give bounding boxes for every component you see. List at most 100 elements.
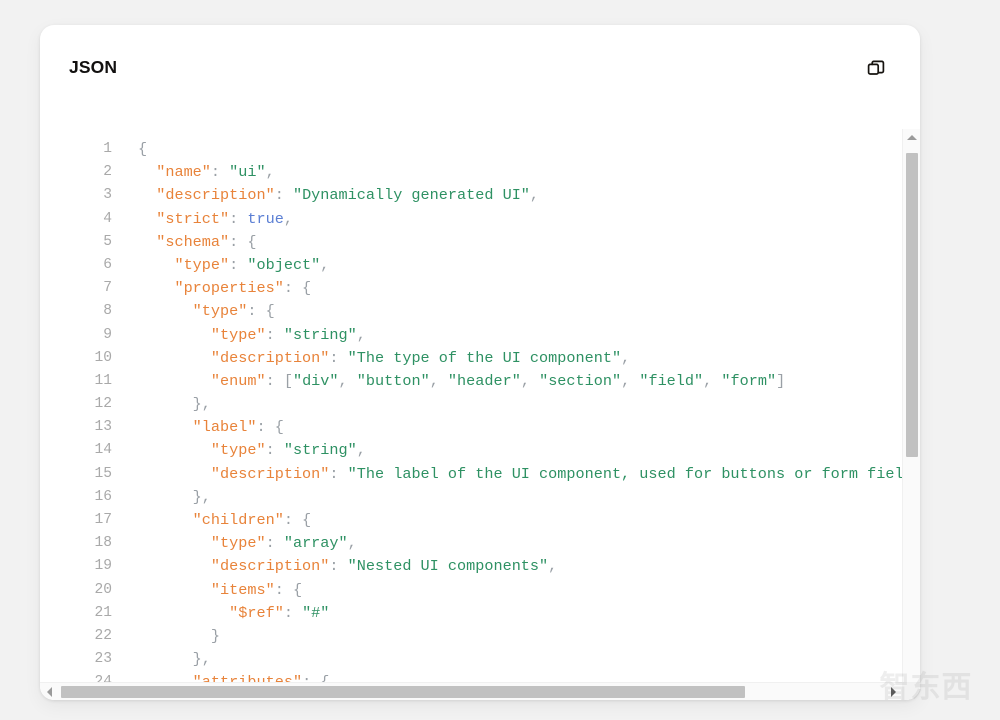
line-number: 6 [103, 256, 112, 273]
code-line: 6 "type": "object", [40, 254, 920, 277]
code-line-content: "enum": ["div", "button", "header", "sec… [112, 370, 785, 393]
code-viewport[interactable]: 1{2 "name": "ui", 3 "description": "Dynam… [40, 129, 920, 700]
line-number: 18 [94, 535, 112, 552]
line-number: 3 [103, 187, 112, 204]
code-line-content: }, [112, 486, 211, 509]
code-line: 21 "$ref": "#" [40, 602, 920, 625]
code-line-content: { [112, 138, 147, 161]
line-number: 2 [103, 164, 112, 181]
token-str: "header" [447, 371, 521, 390]
token-key: "description" [138, 557, 330, 576]
code-line: 17 "children": { [40, 509, 920, 532]
code-line-content: "description": "The type of the UI compo… [112, 347, 630, 370]
token-key: "strict" [138, 209, 230, 228]
vertical-scrollbar[interactable] [902, 129, 920, 700]
code-line-content: "type": "string", [112, 324, 366, 347]
token-punct: , [283, 209, 293, 228]
code-line-content: "strict": true, [112, 208, 293, 231]
code-line: 10 "description": "The type of the UI co… [40, 347, 920, 370]
token-punct: , [347, 534, 357, 553]
code-line-content: "description": "The label of the UI comp… [112, 463, 920, 486]
code-content: 1{2 "name": "ui", 3 "description": "Dynam… [40, 129, 920, 700]
token-key: "type" [138, 534, 266, 553]
token-punct: }, [138, 487, 211, 506]
code-line: 16 }, [40, 486, 920, 509]
token-punct: , [703, 371, 722, 390]
token-punct: }, [138, 395, 211, 414]
chevron-left-icon[interactable] [40, 683, 58, 700]
token-punct: , [429, 371, 448, 390]
token-punct: : [ [265, 371, 293, 390]
token-str: "string" [283, 325, 357, 344]
token-key: "items" [138, 580, 275, 599]
horizontal-scrollbar-thumb[interactable] [61, 686, 745, 698]
json-card: JSON 1{2 "name": "ui", 3 "description": "… [40, 25, 920, 700]
token-key: "type" [138, 441, 266, 460]
code-line: 15 "description": "The label of the UI c… [40, 463, 920, 486]
token-str: "ui" [229, 163, 266, 182]
code-line-content: "$ref": "#" [112, 602, 329, 625]
token-str: "array" [283, 534, 348, 553]
token-punct: : [283, 603, 303, 622]
card-header: JSON [40, 25, 920, 111]
token-punct: ] [776, 371, 786, 390]
code-line: 5 "schema": { [40, 231, 920, 254]
code-line-content: "description": "Nested UI components", [112, 555, 557, 578]
token-str: "Nested UI components" [347, 557, 549, 576]
token-punct: { [138, 140, 148, 158]
code-line-content: "properties": { [112, 277, 311, 300]
scrollbar-corner [902, 683, 920, 700]
token-punct: : [265, 441, 284, 460]
code-line: 9 "type": "string", [40, 324, 920, 347]
code-line: 1{ [40, 138, 920, 161]
line-number: 8 [103, 303, 112, 320]
token-punct: : { [283, 279, 312, 298]
token-punct: , [520, 371, 540, 390]
token-key: "children" [138, 511, 284, 529]
token-str: "button" [356, 371, 430, 390]
token-key: "label" [138, 418, 257, 437]
line-number: 22 [94, 627, 112, 644]
token-key: "type" [138, 325, 266, 344]
token-bool: true [247, 209, 284, 228]
code-line-content: "schema": { [112, 231, 256, 254]
token-punct: : [229, 209, 248, 228]
token-key: "schema" [138, 232, 230, 251]
line-number: 13 [94, 419, 112, 436]
code-line-content: }, [112, 648, 211, 671]
token-punct: : { [256, 418, 284, 437]
token-key: "name" [138, 163, 211, 182]
token-punct: : { [229, 232, 257, 251]
copy-icon-button[interactable] [861, 53, 891, 83]
code-line-content: "type": "array", [112, 532, 357, 555]
code-line-content: "children": { [112, 509, 312, 532]
code-line-content: "type": "object", [112, 254, 329, 277]
line-number: 11 [94, 372, 112, 389]
token-punct: }, [138, 650, 211, 669]
line-number: 12 [94, 396, 112, 413]
code-line-content: "type": { [112, 300, 275, 323]
token-key: "description" [138, 348, 330, 367]
chevron-right-icon[interactable] [884, 683, 902, 700]
code-line: 4 "strict": true, [40, 208, 920, 231]
token-punct: , [621, 348, 631, 367]
token-punct: : { [247, 302, 275, 321]
chevron-up-icon[interactable] [903, 129, 920, 145]
token-str: "string" [283, 441, 357, 460]
code-line: 14 "type": "string", [40, 439, 920, 462]
code-line: 7 "properties": { [40, 277, 920, 300]
token-str: "section" [539, 371, 622, 390]
token-str: "Dynamically generated UI" [292, 186, 530, 205]
token-punct: : { [283, 511, 312, 529]
page-title: JSON [69, 57, 118, 78]
line-number: 20 [94, 581, 112, 598]
code-line: 2 "name": "ui", [40, 161, 920, 184]
vertical-scrollbar-thumb[interactable] [906, 153, 918, 457]
code-line: 20 "items": { [40, 579, 920, 602]
token-punct: , [356, 325, 366, 344]
code-line-content: "description": "Dynamically generated UI… [112, 184, 539, 207]
line-number: 19 [94, 558, 112, 575]
horizontal-scrollbar[interactable] [40, 682, 920, 700]
token-punct: : { [274, 580, 303, 599]
token-str: "object" [247, 255, 321, 274]
